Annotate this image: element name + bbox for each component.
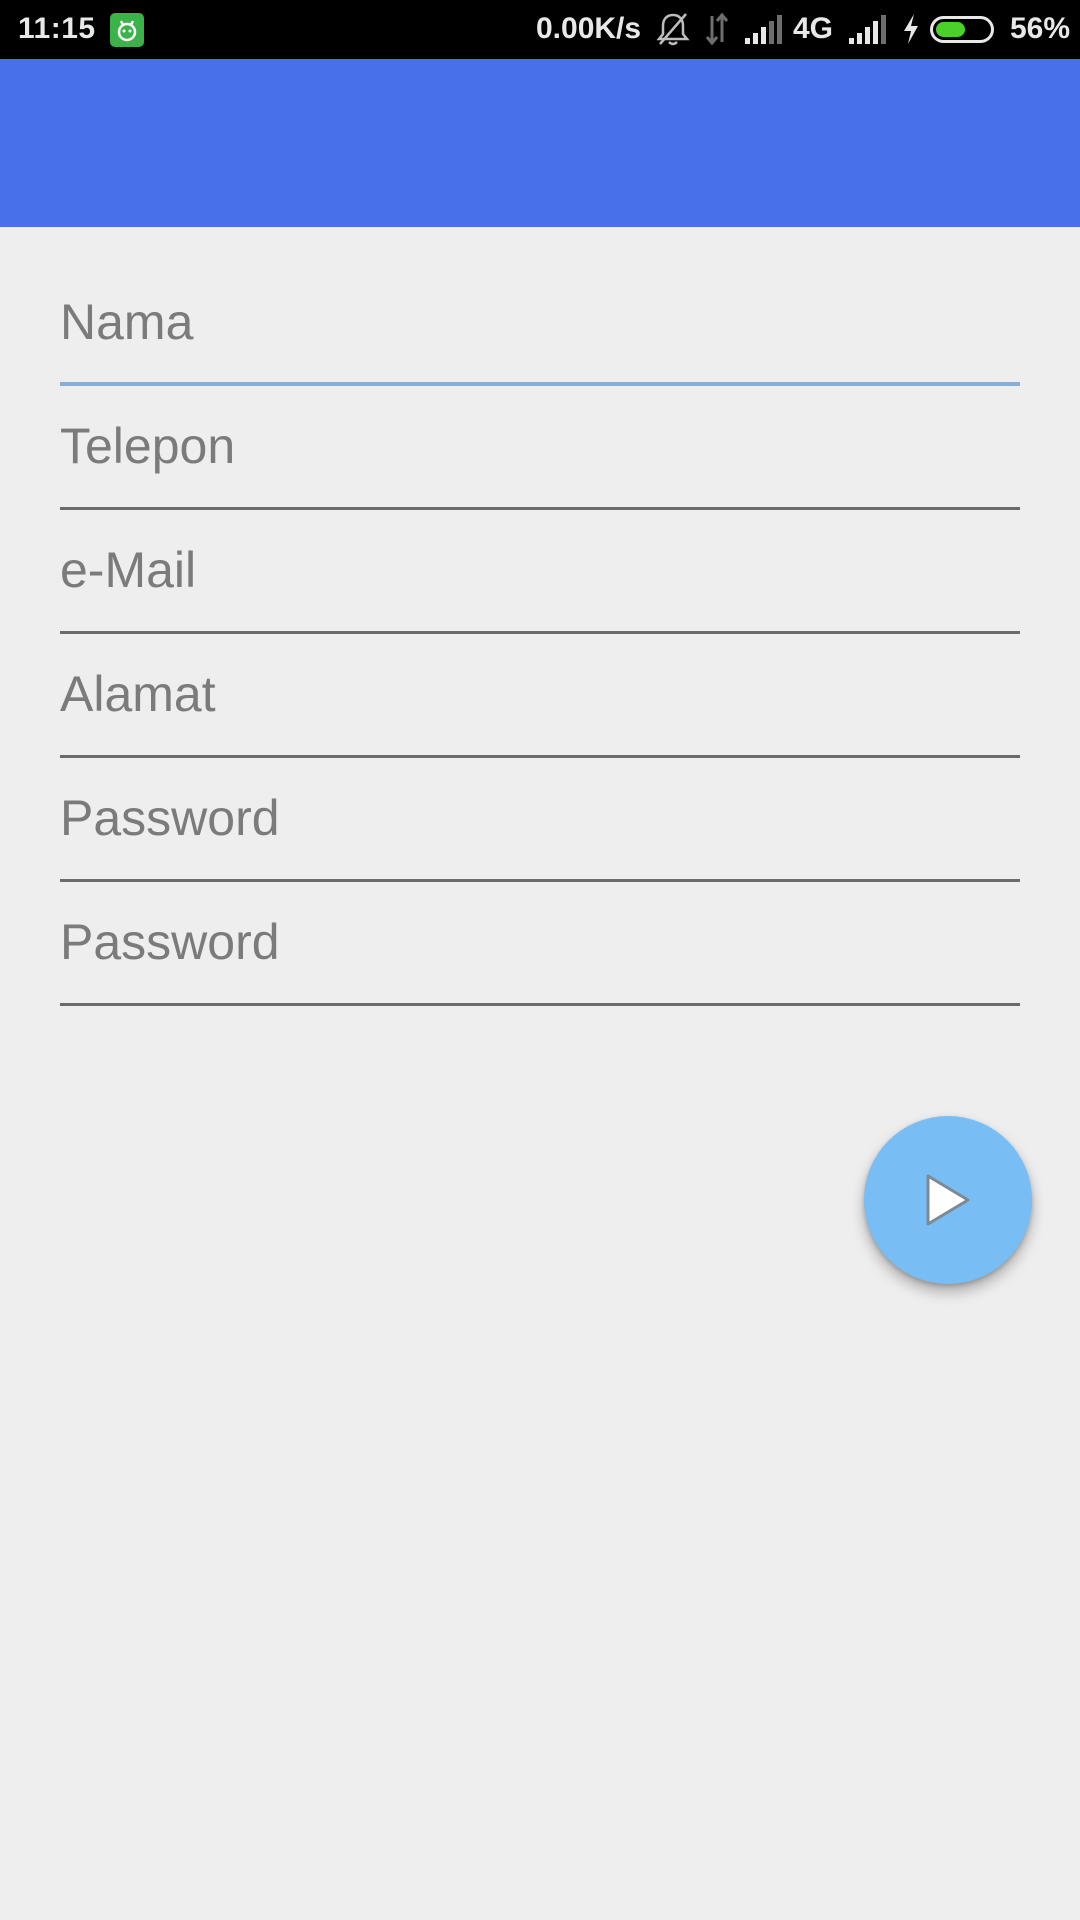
- status-bar: 11:15 0.00K/s 4G 56%: [0, 0, 1080, 59]
- signal-icon: [743, 10, 783, 53]
- data-arrows-icon: [703, 10, 731, 53]
- battery-fill: [936, 22, 965, 37]
- confirm-password-field[interactable]: [60, 882, 1020, 1006]
- app-bar: [0, 59, 1080, 227]
- confirm-password-input[interactable]: [60, 882, 1020, 1002]
- signal-icon: [847, 10, 887, 53]
- name-input[interactable]: [60, 262, 1020, 382]
- phone-field[interactable]: [60, 386, 1020, 510]
- bell-muted-icon: [655, 10, 691, 53]
- password-field[interactable]: [60, 758, 1020, 882]
- phone-input[interactable]: [60, 386, 1020, 506]
- submit-fab-button[interactable]: [864, 1116, 1032, 1284]
- network-speed: 0.00K/s: [536, 12, 642, 45]
- play-arrow-icon: [926, 1174, 970, 1226]
- battery-percent: 56%: [1010, 12, 1071, 45]
- address-input[interactable]: [60, 634, 1020, 754]
- app-notification-icon: [110, 13, 144, 47]
- status-time: 11:15: [18, 12, 96, 45]
- charging-bolt-icon: [900, 10, 922, 53]
- email-field[interactable]: [60, 510, 1020, 634]
- battery-icon: [930, 16, 994, 43]
- email-input[interactable]: [60, 510, 1020, 630]
- confirm-password-field-underline: [60, 1003, 1020, 1006]
- address-field[interactable]: [60, 634, 1020, 758]
- network-type: 4G: [793, 12, 834, 45]
- name-field[interactable]: [60, 262, 1020, 386]
- password-input[interactable]: [60, 758, 1020, 878]
